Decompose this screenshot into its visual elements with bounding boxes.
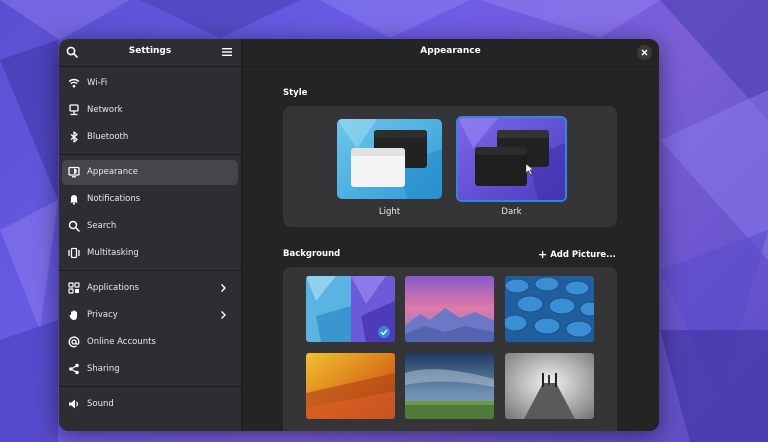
background-thumb-pier[interactable] — [505, 353, 594, 419]
multitasking-icon — [68, 247, 80, 259]
sidebar-item-label: Online Accounts — [87, 337, 156, 347]
chevron-right-icon — [221, 284, 226, 292]
settings-window: Settings Wi-Fi Network Bluetooth Appeara… — [59, 39, 659, 431]
sidebar-item-label: Network — [87, 105, 123, 115]
dark-style-preview — [458, 118, 565, 200]
sidebar-item-online-accounts[interactable]: Online Accounts — [62, 330, 238, 355]
background-thumb-blue-shapes[interactable] — [505, 276, 594, 342]
sidebar-item-multitasking[interactable]: Multitasking — [62, 241, 238, 266]
speaker-icon — [69, 399, 78, 409]
search-icon — [68, 220, 80, 232]
close-button[interactable] — [637, 45, 652, 60]
sidebar-divider — [59, 386, 241, 387]
chevron-right-icon — [221, 311, 226, 319]
sidebar-item-search[interactable]: Search — [62, 214, 238, 239]
sidebar-item-label: Multitasking — [87, 248, 139, 258]
add-picture-label: Add Picture... — [550, 250, 616, 260]
sidebar-item-appearance[interactable]: Appearance — [62, 160, 238, 185]
background-preview — [306, 353, 395, 419]
main-panel: Appearance Style Light Dark Background +… — [242, 39, 659, 431]
style-option-light[interactable] — [337, 119, 442, 199]
style-card: Light Dark — [283, 106, 617, 227]
apps-icon — [68, 282, 80, 294]
sidebar-title: Settings — [128, 46, 172, 56]
background-preview — [306, 276, 395, 342]
background-preview — [405, 353, 494, 419]
sidebar-item-label: Sound — [87, 399, 114, 409]
main-header: Appearance — [242, 39, 659, 67]
at-icon — [68, 336, 80, 348]
wifi-icon — [68, 78, 80, 88]
sidebar-item-privacy[interactable]: Privacy — [62, 303, 238, 328]
light-style-preview — [337, 119, 442, 199]
background-preview — [405, 276, 494, 342]
background-thumb-adwaita[interactable] — [306, 276, 395, 342]
sidebar-item-sharing[interactable]: Sharing — [62, 357, 238, 382]
sidebar-item-applications[interactable]: Applications — [62, 276, 238, 301]
bell-icon — [70, 195, 78, 205]
sidebar-item-label: Search — [87, 221, 117, 231]
network-icon — [69, 104, 79, 116]
sidebar-item-network[interactable]: Network — [62, 98, 238, 123]
sidebar-item-notifications[interactable]: Notifications — [62, 187, 238, 212]
sidebar-item-wifi[interactable]: Wi-Fi — [62, 71, 238, 96]
add-picture-button[interactable]: + Add Picture... — [538, 247, 616, 261]
background-grid — [283, 267, 617, 431]
selected-check-badge — [378, 326, 390, 338]
plus-icon: + — [538, 248, 548, 261]
style-option-dark-label: Dark — [501, 207, 522, 217]
background-preview — [505, 353, 594, 419]
appearance-icon — [68, 166, 80, 178]
background-thumb-amber[interactable] — [306, 353, 395, 419]
background-preview — [505, 276, 594, 342]
share-icon — [69, 363, 79, 375]
sidebar-item-label: Notifications — [87, 194, 141, 204]
style-option-dark[interactable] — [456, 116, 567, 202]
sidebar-item-sound[interactable]: Sound — [62, 392, 238, 417]
sidebar-item-label: Privacy — [87, 310, 118, 320]
sidebar-item-label: Sharing — [87, 364, 120, 374]
style-option-light-label: Light — [378, 207, 401, 217]
sidebar-divider — [59, 154, 241, 155]
sidebar: Settings Wi-Fi Network Bluetooth Appeara… — [59, 39, 242, 431]
hand-icon — [69, 310, 77, 320]
sidebar-item-bluetooth[interactable]: Bluetooth — [62, 125, 238, 150]
sidebar-divider — [59, 270, 241, 271]
background-thumb-sunset[interactable] — [405, 276, 494, 342]
sidebar-item-label: Applications — [87, 283, 139, 293]
background-section-label: Background — [283, 249, 341, 259]
bluetooth-icon — [70, 131, 78, 143]
sidebar-item-label: Appearance — [87, 167, 139, 177]
sidebar-header: Settings — [59, 39, 241, 67]
background-thumb-field[interactable] — [405, 353, 494, 419]
close-icon — [641, 49, 648, 56]
style-section-label: Style — [283, 88, 308, 98]
hamburger-menu-icon[interactable] — [221, 46, 233, 58]
sidebar-item-label: Bluetooth — [87, 132, 129, 142]
sidebar-item-label: Wi-Fi — [87, 78, 108, 88]
page-title: Appearance — [420, 46, 481, 56]
